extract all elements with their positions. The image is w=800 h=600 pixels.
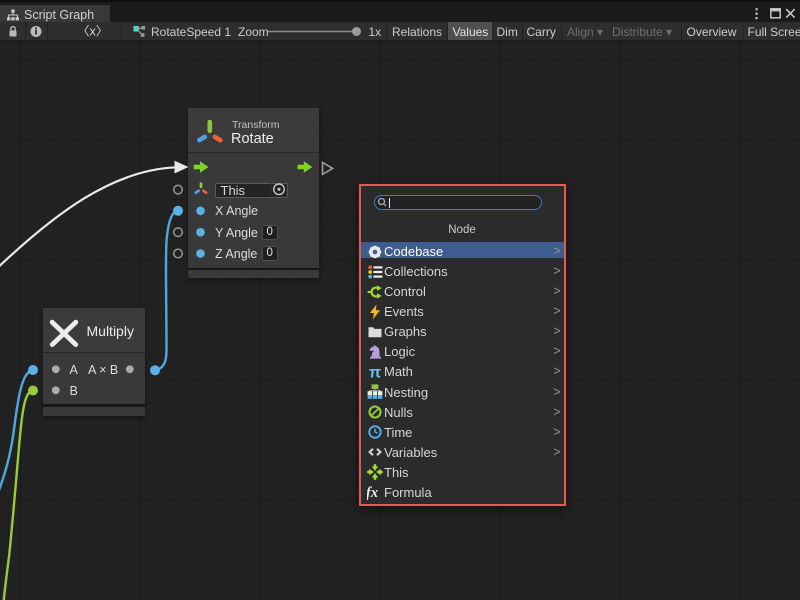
svg-text:〈x〉: 〈x〉	[77, 25, 108, 39]
svg-text:π: π	[369, 364, 381, 380]
svg-text:fx: fx	[367, 485, 378, 500]
